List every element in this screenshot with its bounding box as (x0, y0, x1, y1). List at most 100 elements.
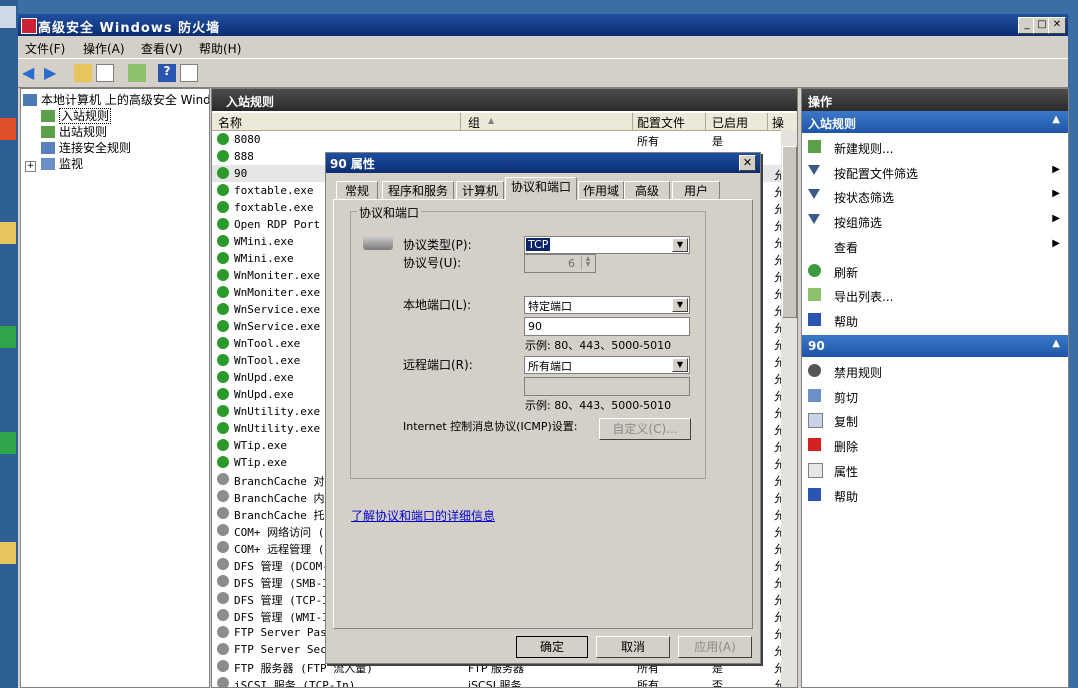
chevron-down-icon[interactable]: ▼ (672, 238, 688, 252)
action-label: 查看 (834, 240, 859, 255)
actions-header: 操作 (802, 89, 1068, 111)
export-icon[interactable] (128, 64, 146, 82)
rule-name: BranchCache 内容 (234, 492, 336, 505)
column-enabled[interactable]: 已启用 (712, 114, 748, 131)
rule-name: Open RDP Port 3 (234, 218, 334, 231)
action-item[interactable]: 导出列表... (802, 283, 1068, 307)
table-row[interactable]: iSCSI 服务 (TCP-In) iSCSI 服务 所有否允 (212, 675, 797, 687)
column-profile[interactable]: 配置文件 (637, 114, 685, 131)
menu-file[interactable]: 文件(F) (25, 40, 65, 57)
column-group[interactable]: 组 (468, 114, 480, 131)
dialog-title-bar[interactable]: 90 属性 ✕ (326, 153, 760, 173)
action-item[interactable]: 属性 (802, 458, 1068, 482)
desktop-app-icon[interactable] (0, 326, 16, 348)
rule-enabled-icon (217, 150, 229, 162)
group-label: 协议和端口 (357, 204, 422, 221)
chevron-down-icon[interactable]: ▼ (672, 358, 688, 372)
refresh-icon (808, 263, 821, 277)
properties-icon (808, 462, 823, 478)
menu-help[interactable]: 帮助(H) (199, 40, 241, 57)
action-label: 按组筛选 (834, 216, 883, 231)
rule-enabled-icon (217, 269, 229, 281)
back-icon[interactable]: ◀ (22, 64, 40, 82)
tab-page-protocols-ports: 协议和端口 协议类型(P): TCP ▼ 协议号(U): 6 ▲ ▼ 本地端口(L… (333, 199, 753, 629)
tab-advanced[interactable]: 高级 (624, 181, 670, 200)
rule-name: foxtable.exe (234, 201, 314, 214)
action-item[interactable]: 帮助 (802, 483, 1068, 507)
dialog-close-button[interactable]: ✕ (739, 155, 756, 171)
action-item[interactable]: 剪切 (802, 384, 1068, 408)
action-item[interactable]: 刷新 (802, 259, 1068, 283)
column-name[interactable]: 名称 (218, 114, 242, 131)
action-item[interactable]: 按组筛选 ▶ (802, 209, 1068, 233)
rule-enabled-icon (217, 371, 229, 383)
rule-disabled-icon (217, 626, 229, 638)
scroll-thumb[interactable] (782, 146, 797, 318)
collapse-icon[interactable]: ▲ (1052, 114, 1060, 125)
desktop-strip (0, 0, 18, 688)
cancel-button[interactable]: 取消 (596, 636, 670, 658)
submenu-arrow-icon: ▶ (1052, 237, 1060, 249)
recycle-bin-icon[interactable] (0, 6, 16, 28)
show-hide-action-pane-icon[interactable] (180, 64, 198, 82)
action-item[interactable]: 禁用规则 (802, 359, 1068, 383)
forward-icon[interactable]: ▶ (44, 64, 62, 82)
local-port-input[interactable]: 90 (524, 317, 690, 336)
column-action[interactable]: 操 (772, 114, 784, 131)
tree-root[interactable]: 本地计算机 上的高级安全 Wind (23, 91, 209, 108)
tree-item-outbound-rules[interactable]: 出站规则 (41, 123, 107, 140)
menu-action[interactable]: 操作(A) (83, 40, 125, 57)
action-item[interactable]: 帮助 (802, 308, 1068, 332)
rule-name: WMini.exe (234, 235, 294, 248)
chevron-down-icon[interactable]: ▼ (672, 298, 688, 312)
rule-enabled-icon (217, 235, 229, 247)
tab-programs-services[interactable]: 程序和服务 (382, 181, 454, 200)
expand-icon[interactable]: + (25, 161, 36, 172)
remote-port-select[interactable]: 所有端口 ▼ (524, 356, 690, 374)
rule-enabled-icon (217, 201, 229, 213)
table-row[interactable]: 8080 所有 是 (212, 131, 797, 148)
actions-section-rule[interactable]: 90 ▲ (802, 335, 1068, 357)
tab-scope[interactable]: 作用域 (578, 181, 624, 200)
show-hide-tree-icon[interactable] (96, 64, 114, 82)
rule-disabled-icon (217, 541, 229, 553)
collapse-icon[interactable]: ▲ (1052, 338, 1060, 349)
tab-general[interactable]: 常规 (336, 181, 378, 200)
tree-item-inbound-rules[interactable]: 入站规则 (41, 107, 112, 124)
tab-computers[interactable]: 计算机 (456, 181, 504, 200)
local-port-select[interactable]: 特定端口 ▼ (524, 296, 690, 314)
action-item[interactable]: 新建规则... (802, 135, 1068, 159)
folder-icon[interactable] (0, 542, 16, 564)
firewall-app-icon (21, 18, 37, 34)
help-icon[interactable]: ? (158, 64, 176, 82)
action-item[interactable]: 查看 ▶ (802, 234, 1068, 258)
delete-icon (808, 438, 821, 452)
rule-name: BranchCache 对等 (234, 475, 336, 488)
rule-enabled-icon (217, 439, 229, 451)
folder-icon[interactable] (0, 222, 16, 244)
tree-item-monitoring[interactable]: + 监视 (25, 155, 83, 172)
action-item[interactable]: 复制 (802, 408, 1068, 432)
monitoring-icon (41, 158, 55, 170)
close-button[interactable]: ✕ (1048, 17, 1066, 34)
protocol-type-select[interactable]: TCP ▼ (524, 236, 690, 254)
action-item[interactable]: 按状态筛选 ▶ (802, 184, 1068, 208)
rule-enabled-icon (217, 456, 229, 468)
actions-section-inbound[interactable]: 入站规则 ▲ (802, 111, 1068, 133)
menu-view[interactable]: 查看(V) (141, 40, 183, 57)
tab-users[interactable]: 用户 (672, 181, 720, 200)
action-item[interactable]: 按配置文件筛选 ▶ (802, 160, 1068, 184)
tree-item-connection-security[interactable]: 连接安全规则 (41, 139, 131, 156)
action-item[interactable]: 删除 (802, 433, 1068, 457)
rule-name: FTP Server Pass (234, 626, 334, 639)
network-adapter-icon (363, 236, 393, 250)
title-bar[interactable]: 高级安全 Windows 防火墙 _ □ ✕ (18, 14, 1068, 36)
vertical-scrollbar[interactable] (781, 130, 797, 687)
desktop-app-icon[interactable] (0, 432, 16, 454)
ok-button[interactable]: 确定 (516, 636, 588, 658)
spinner-arrows-icon: ▲ ▼ (581, 256, 594, 269)
up-folder-icon[interactable] (74, 64, 92, 82)
tab-protocols-ports[interactable]: 协议和端口 (505, 177, 577, 200)
desktop-app-icon[interactable] (0, 118, 16, 140)
learn-more-link[interactable]: 了解协议和端口的详细信息 (351, 507, 495, 524)
